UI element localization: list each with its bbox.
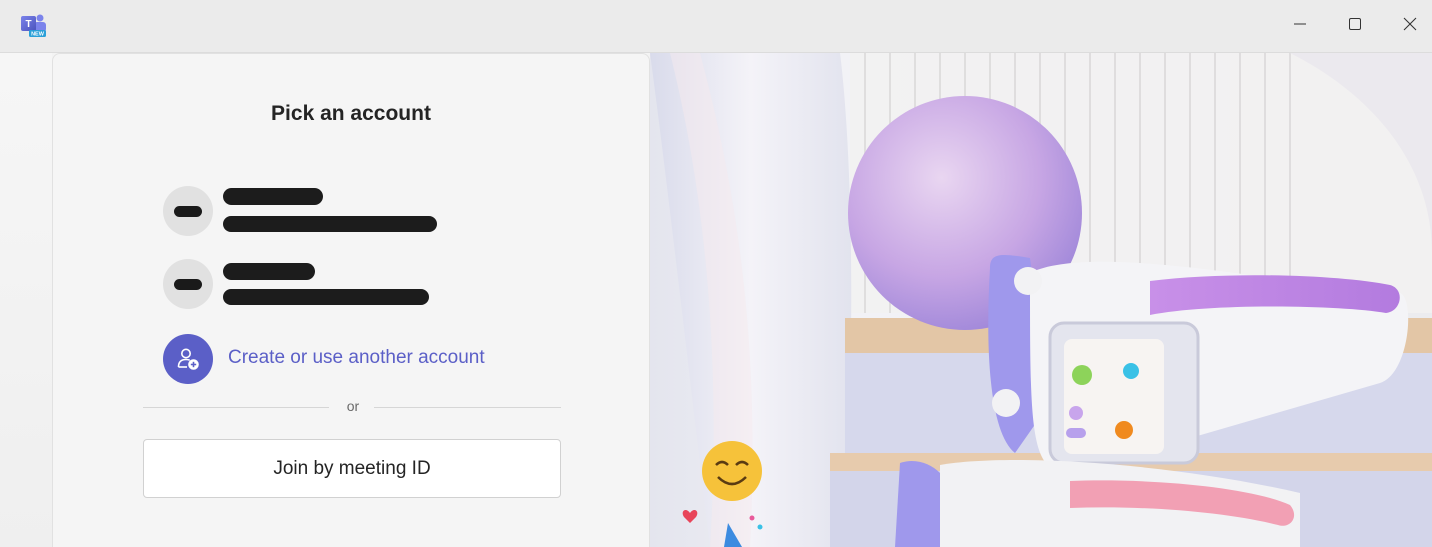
account-item[interactable]: [163, 259, 563, 309]
add-person-icon: [177, 348, 199, 370]
redacted-account-name: [223, 188, 323, 205]
avatar: [163, 186, 213, 236]
welcome-illustration: [650, 53, 1432, 547]
join-by-meeting-id-button[interactable]: Join by meeting ID: [143, 439, 561, 498]
minimize-button[interactable]: [1273, 0, 1327, 48]
redacted-account-email: [223, 216, 437, 232]
redacted-account-name: [223, 263, 315, 280]
divider-text: or: [346, 398, 360, 414]
page-title: Pick an account: [271, 102, 431, 125]
account-picker-panel: Pick an account Create or use another ac…: [52, 53, 650, 547]
new-badge: NEW: [31, 32, 45, 38]
minimize-icon: [1294, 23, 1306, 25]
maximize-icon: [1349, 18, 1361, 30]
divider: [143, 407, 329, 408]
close-icon: [1403, 17, 1417, 31]
svg-text:T: T: [25, 19, 31, 30]
create-account-label: Create or use another account: [228, 347, 485, 368]
divider: [374, 407, 561, 408]
avatar: [163, 334, 213, 384]
account-item[interactable]: [163, 186, 563, 236]
avatar: [163, 259, 213, 309]
redacted-initials: [174, 278, 202, 290]
teams-logo-icon: T NEW: [21, 14, 46, 38]
create-account-button[interactable]: Create or use another account: [163, 334, 523, 384]
redacted-initials: [174, 205, 202, 217]
redacted-account-email: [223, 289, 429, 305]
close-button[interactable]: [1383, 0, 1432, 48]
maximize-button[interactable]: [1328, 0, 1382, 48]
title-bar: T NEW: [0, 0, 1432, 53]
window-background: [0, 53, 52, 547]
